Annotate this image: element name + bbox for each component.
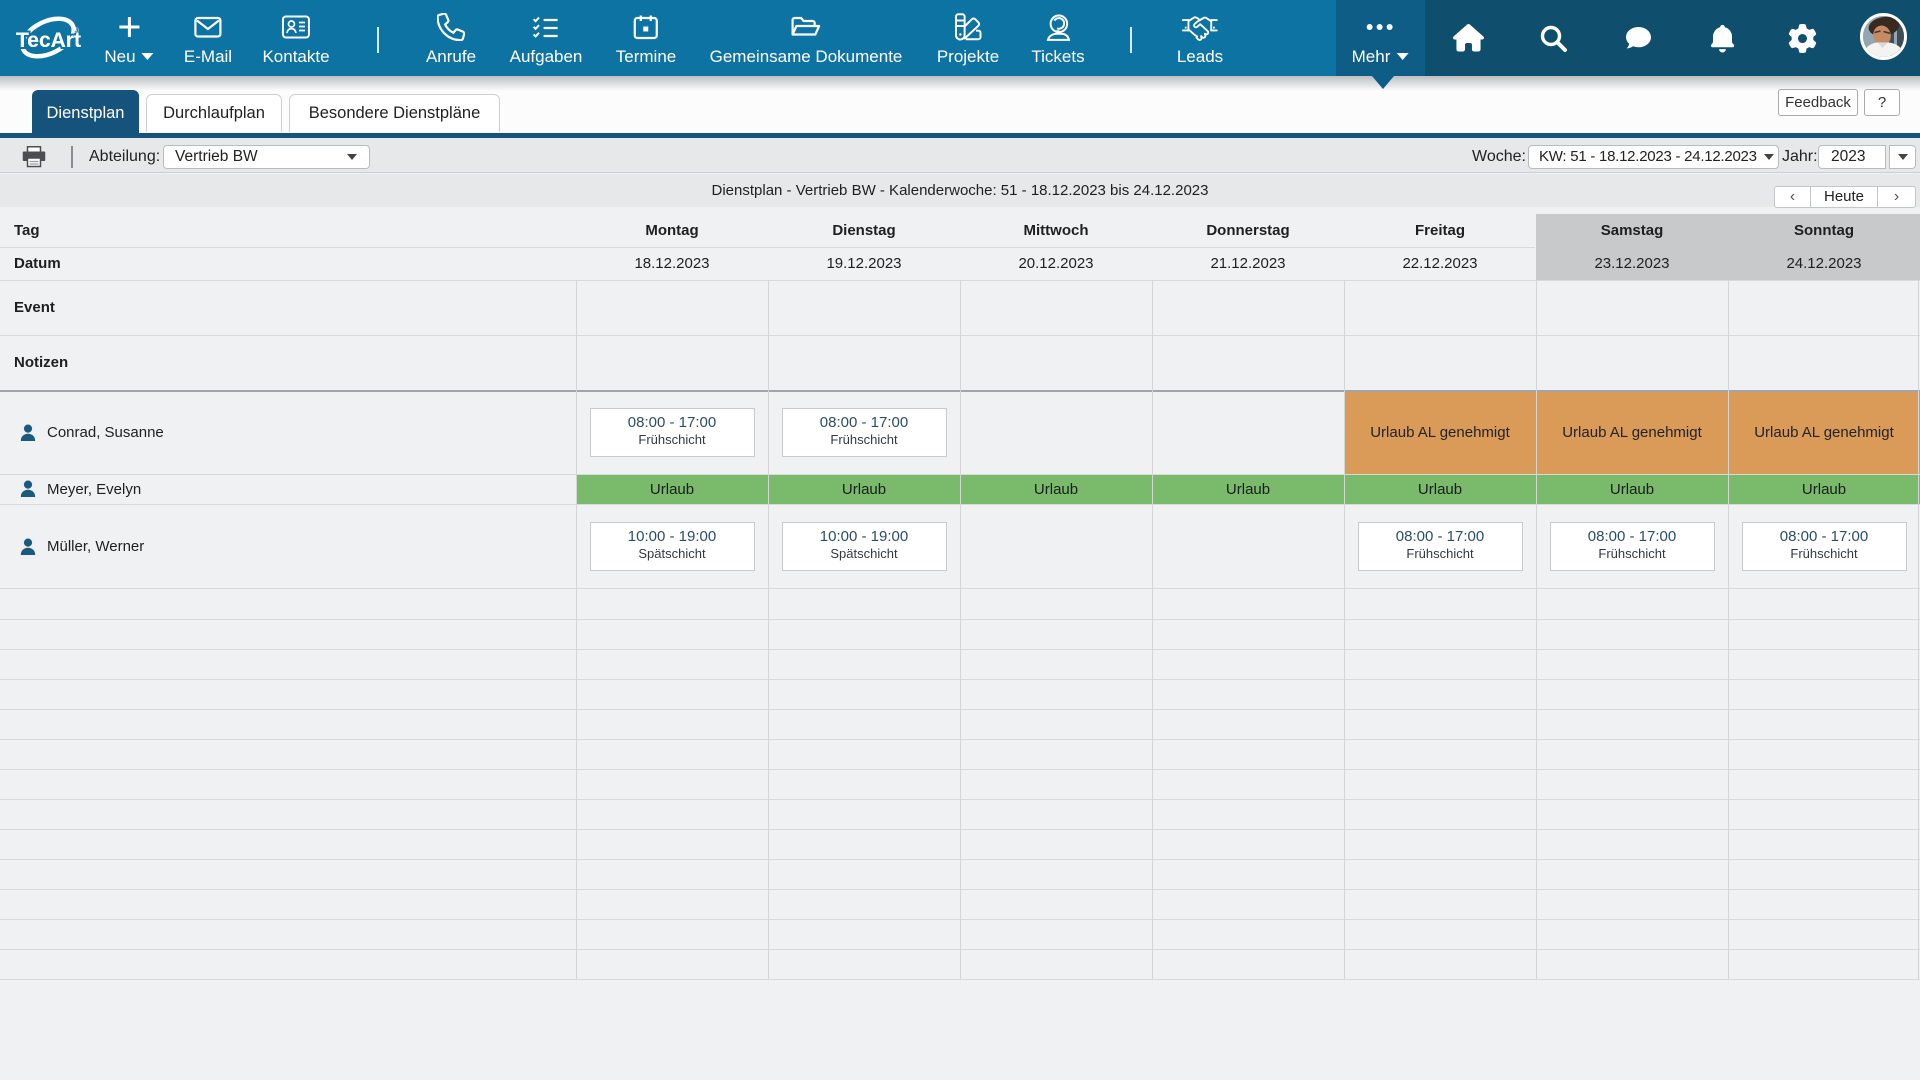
- svg-text:TecArt: TecArt: [16, 29, 81, 52]
- svg-text:®: ®: [73, 26, 79, 35]
